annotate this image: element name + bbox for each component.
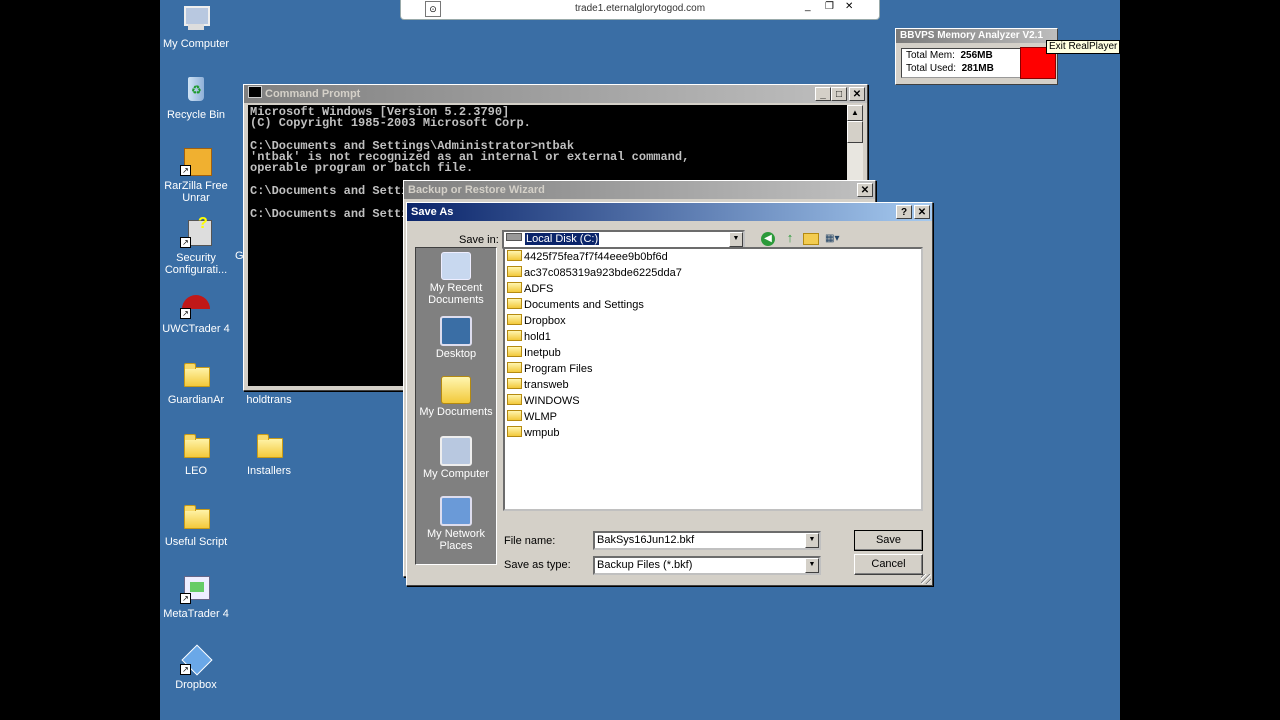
place-my-network-places[interactable]: My Network Places [416, 496, 496, 552]
recycle-bin-icon: ♻ [180, 75, 212, 105]
filename-input[interactable]: BakSys16Jun12.bkf ▼ [593, 531, 821, 550]
folder-icon [507, 410, 522, 421]
cmd-close-button[interactable]: ✕ [849, 87, 865, 101]
folder-icon [507, 298, 522, 309]
folder-icon [180, 431, 212, 461]
desktop-icon-guardianar[interactable]: GuardianAr [160, 358, 234, 406]
cmd-line: (C) Copyright 1985-2003 Microsoft Corp. [250, 116, 531, 131]
desktop-icon-dropbox[interactable]: ↗ Dropbox [160, 643, 234, 691]
list-item[interactable]: WLMP [505, 409, 921, 425]
cancel-button[interactable]: Cancel [854, 554, 923, 575]
my-computer-icon [440, 436, 472, 466]
cmd-maximize-button[interactable]: □ [831, 87, 847, 101]
dropbox-icon: ↗ [180, 644, 213, 676]
place-my-documents[interactable]: My Documents [416, 376, 496, 418]
resize-grip-icon[interactable] [921, 574, 931, 584]
scroll-up-icon[interactable]: ▲ [847, 105, 863, 121]
metatrader-icon: ↗ [180, 574, 212, 604]
places-bar: My Recent Documents Desktop My Documents… [415, 247, 497, 565]
cmd-minimize-button[interactable]: _ [815, 87, 831, 101]
new-folder-icon[interactable] [803, 233, 819, 245]
chevron-down-icon[interactable]: ▼ [729, 232, 743, 247]
folder-icon [507, 426, 522, 437]
uwctrader-icon: ↗ [180, 289, 212, 319]
folder-icon [507, 266, 522, 277]
folder-icon [507, 314, 522, 325]
close-icon[interactable]: ✕ [845, 1, 853, 12]
minimize-icon[interactable]: _ [805, 1, 811, 12]
up-folder-icon[interactable]: ↑ [783, 231, 797, 245]
file-list[interactable]: 4425f75fea7f7f44eee9b0bf6d ac37c085319a92… [503, 247, 923, 511]
list-item[interactable]: Program Files [505, 361, 921, 377]
back-icon[interactable]: ◀ [761, 232, 775, 246]
memory-analyzer-titlebar[interactable]: BBVPS Memory Analyzer V2.1 [896, 29, 1057, 43]
desktop-icon [440, 316, 472, 346]
list-item[interactable]: ac37c085319a923bde6225dda7 [505, 265, 921, 281]
scroll-thumb[interactable] [847, 121, 863, 143]
security-config-icon: ? ↗ [180, 216, 212, 248]
wizard-close-button[interactable]: ✕ [857, 183, 873, 197]
desktop-icon-recycle-bin[interactable]: ♻ Recycle Bin [160, 73, 234, 121]
restore-icon[interactable]: ❐ [825, 1, 834, 12]
folder-icon [507, 282, 522, 293]
exit-realplayer-tooltip: Exit RealPlayer [1046, 40, 1120, 54]
folder-icon [180, 502, 212, 532]
folder-icon [180, 360, 212, 390]
save-as-titlebar[interactable]: Save As ? ✕ [407, 203, 932, 221]
cmd-line: operable program or batch file. [250, 161, 474, 176]
place-my-recent-documents[interactable]: My Recent Documents [416, 252, 496, 306]
remote-browser-bar: ⊙ trade1.eternalglorytogod.com _ ❐ ✕ [400, 0, 880, 20]
recent-documents-icon [441, 252, 471, 280]
list-item[interactable]: 4425f75fea7f7f44eee9b0bf6d [505, 249, 921, 265]
my-documents-icon [441, 376, 471, 404]
desktop-icon-security-config[interactable]: ? ↗ Security Configurati... [160, 216, 234, 277]
filename-label: File name: [504, 535, 556, 547]
folder-icon [507, 378, 522, 389]
my-computer-icon [180, 4, 212, 34]
folder-icon [507, 394, 522, 405]
list-item[interactable]: Documents and Settings [505, 297, 921, 313]
cmd-icon [248, 86, 262, 98]
folder-icon [507, 250, 522, 261]
list-item[interactable]: wmpub [505, 425, 921, 441]
place-my-computer[interactable]: My Computer [416, 436, 496, 480]
list-item[interactable]: WINDOWS [505, 393, 921, 409]
list-item[interactable]: Inetpub [505, 345, 921, 361]
filetype-select[interactable]: Backup Files (*.bkf) ▼ [593, 556, 821, 575]
desktop-icon-uwctrader[interactable]: ↗ UWCTrader 4 [160, 287, 234, 335]
place-desktop[interactable]: Desktop [416, 316, 496, 360]
save-as-close-button[interactable]: ✕ [914, 205, 930, 219]
memory-stats-panel: Total Mem: 256MB Total Used: 281MB [901, 48, 1024, 78]
save-button[interactable]: Save [854, 530, 923, 551]
save-as-dialog: Save As ? ✕ Save in: Local Disk (C:) ▼ ◀… [406, 202, 933, 586]
filetype-label: Save as type: [504, 559, 571, 571]
list-item[interactable]: transweb [505, 377, 921, 393]
desktop: ⊙ trade1.eternalglorytogod.com _ ❐ ✕ My … [160, 0, 1120, 720]
rarzilla-icon: ↗ [180, 146, 212, 176]
network-places-icon [440, 496, 472, 526]
wizard-titlebar[interactable]: Backup or Restore Wizard ✕ [404, 181, 875, 199]
folder-icon [507, 346, 522, 357]
chevron-down-icon[interactable]: ▼ [805, 558, 819, 573]
desktop-icon-useful-script[interactable]: Useful Script [160, 500, 234, 548]
views-menu-icon[interactable]: ▦▾ [825, 232, 847, 245]
desktop-icon-my-computer[interactable]: My Computer [160, 2, 234, 50]
list-item[interactable]: ADFS [505, 281, 921, 297]
drive-icon [506, 233, 522, 241]
desktop-icon-leo[interactable]: LEO [160, 429, 234, 477]
folder-icon [507, 362, 522, 373]
save-in-label: Save in: [459, 234, 499, 246]
desktop-icon-rarzilla[interactable]: ↗ RarZilla Free Unrar [160, 144, 234, 204]
desktop-icon-metatrader[interactable]: ↗ MetaTrader 4 [160, 572, 234, 620]
cmd-titlebar[interactable]: Command Prompt _ □ ✕ [244, 85, 867, 103]
chevron-down-icon[interactable]: ▼ [805, 533, 819, 548]
help-button[interactable]: ? [896, 205, 912, 219]
memory-analyzer-window: BBVPS Memory Analyzer V2.1 Total Mem: 25… [895, 28, 1058, 85]
folder-icon [507, 330, 522, 341]
list-item[interactable]: hold1 [505, 329, 921, 345]
list-item[interactable]: Dropbox [505, 313, 921, 329]
folder-icon [253, 431, 285, 461]
desktop-icon-installers[interactable]: Installers [231, 429, 307, 477]
